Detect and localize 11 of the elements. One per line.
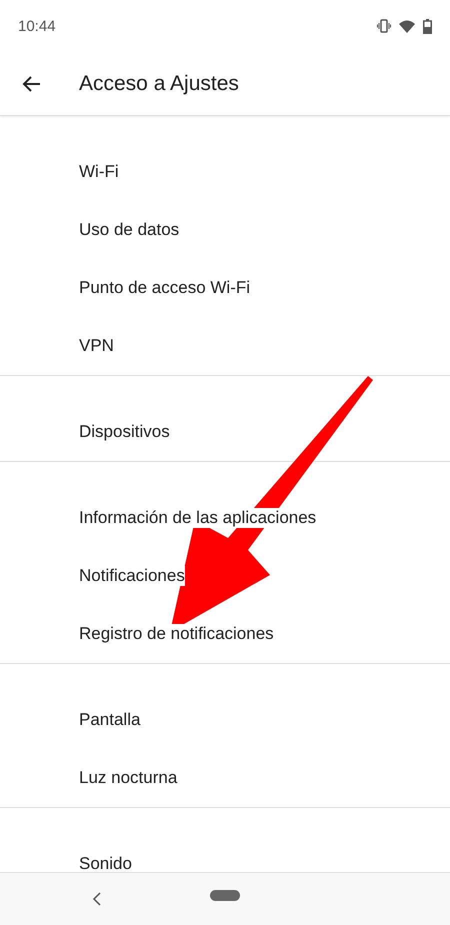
settings-item[interactable]: Sonido <box>79 854 132 872</box>
status-time: 10:44 <box>18 18 56 34</box>
settings-item[interactable]: Notificaciones <box>79 566 185 586</box>
settings-item[interactable]: Registro de notificaciones <box>79 624 274 644</box>
settings-item[interactable]: Dispositivos <box>79 422 170 442</box>
battery-icon <box>423 18 432 34</box>
page-title: Acceso a Ajustes <box>79 72 239 96</box>
home-button[interactable] <box>210 890 240 901</box>
vibrate-icon <box>377 19 391 33</box>
wifi-icon <box>399 20 415 32</box>
settings-item[interactable]: Información de las aplicaciones <box>79 508 316 528</box>
